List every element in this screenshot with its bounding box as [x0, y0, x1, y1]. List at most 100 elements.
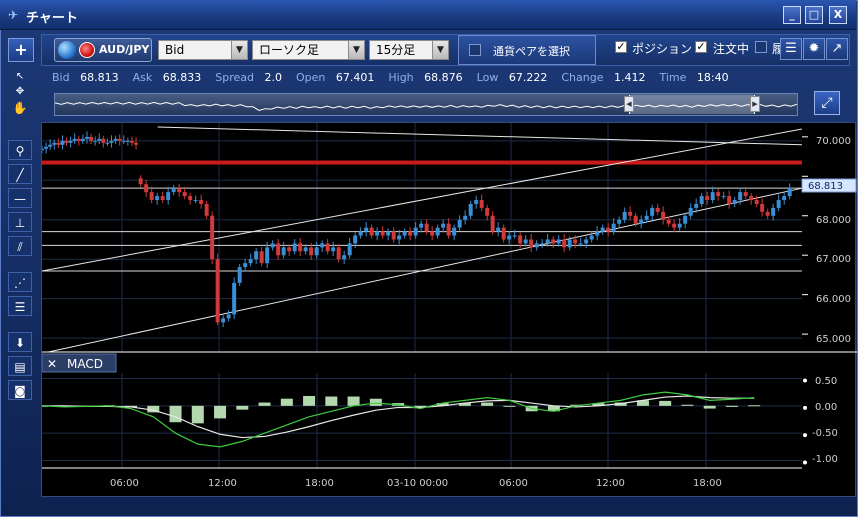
history-label: 履 — [772, 42, 780, 56]
chart-type-select[interactable]: ローソク足 ▼ — [252, 40, 365, 60]
macd-histogram-bar — [703, 405, 716, 409]
candle-body — [52, 142, 57, 145]
chart-navigator[interactable]: ◀ ▶ — [54, 93, 798, 116]
candle-body — [204, 203, 209, 216]
candle-body — [441, 223, 446, 228]
navigator-left-handle[interactable]: ◀ — [624, 96, 634, 112]
candle-body — [386, 231, 391, 236]
app-logo-icon: ✈ — [8, 8, 19, 22]
macd-tick-dot — [803, 433, 807, 438]
trendline-tool-icon[interactable]: ╱ — [8, 164, 32, 184]
gear-icon[interactable]: ✹ — [803, 38, 825, 60]
candle-body — [485, 207, 490, 216]
chart-area[interactable]: 70.000 68.000 67.000 66.000 65.000 68.81… — [36, 122, 857, 498]
candle-body — [578, 243, 583, 245]
candle-body — [606, 227, 611, 232]
macd-close-icon[interactable]: ✕ — [47, 357, 57, 371]
candle-body — [688, 207, 693, 216]
candle-body — [611, 223, 616, 232]
candle-body — [655, 207, 660, 212]
window-title: チャート — [26, 11, 78, 26]
select-pair-button[interactable]: 通貨ペアを選択 — [458, 35, 596, 65]
candle-body — [446, 223, 451, 236]
time-tick: 18:00 — [693, 478, 722, 489]
macd-histogram-bar — [280, 398, 293, 406]
list-panel-icon[interactable]: ▤ — [8, 356, 32, 376]
level-line-tool-icon[interactable]: ⊥ — [8, 212, 32, 232]
macd-tick-dot — [803, 378, 807, 383]
candle-body — [424, 223, 429, 232]
macd-axis: 0.50 0.00 -0.50 -1.00 — [812, 376, 838, 465]
horizontal-levels — [42, 160, 802, 272]
price-tick: 68.000 — [816, 215, 851, 226]
menu-list-icon[interactable]: ☰ — [780, 38, 802, 60]
navigator-right-handle[interactable]: ▶ — [750, 96, 760, 112]
macd-tick: 0.00 — [815, 402, 837, 413]
reset-zoom-button[interactable]: ⤢ — [814, 91, 840, 115]
add-chart-button[interactable]: + — [8, 38, 34, 62]
high-label: High — [388, 71, 414, 84]
candle-body — [507, 235, 512, 240]
candle-body — [650, 207, 655, 216]
horizontal-line-tool-icon[interactable]: — — [8, 188, 32, 208]
macd-tick-dot — [803, 405, 807, 410]
minimize-button[interactable]: _ — [783, 6, 801, 24]
candle-body — [117, 138, 122, 141]
open-label: Open — [295, 71, 326, 84]
candle-body — [551, 239, 556, 244]
candle-body — [776, 200, 781, 208]
price-type-value: Bid — [165, 43, 185, 57]
select-pair-checkbox[interactable] — [469, 44, 481, 56]
pin-tool-icon[interactable]: ⚲ — [8, 140, 32, 160]
time-value: 18:40 — [696, 71, 729, 84]
candle-body — [342, 255, 347, 260]
candle-body — [705, 196, 710, 201]
macd-histogram-bar — [347, 396, 360, 406]
maximize-button[interactable]: □ — [805, 6, 823, 24]
detach-arrow-icon[interactable]: ↗ — [826, 38, 848, 60]
navigator-visible-range[interactable] — [629, 95, 755, 114]
position-label: ポジション — [632, 42, 693, 56]
price-tick: 67.000 — [816, 254, 851, 265]
title-bar[interactable]: ✈ チャート _ □ X — [0, 0, 856, 30]
close-button[interactable]: X — [829, 6, 847, 24]
price-tick: 66.000 — [816, 294, 851, 305]
candle-body — [661, 211, 666, 220]
hand-pan-icon[interactable]: ✋ — [8, 100, 32, 116]
chevron-down-icon: ▼ — [231, 41, 247, 59]
candle-body — [105, 142, 110, 144]
fan-tool-icon[interactable]: ⋰ — [8, 272, 32, 292]
pointer-arrow-icon[interactable]: ↖ — [8, 70, 32, 84]
fibonacci-tool-icon[interactable]: ☰ — [8, 296, 32, 316]
macd-tick: 0.50 — [815, 376, 837, 387]
macd-histogram-bar — [681, 404, 694, 406]
candle-body — [782, 196, 787, 201]
chevron-down-icon: ▼ — [348, 41, 364, 59]
price-type-select[interactable]: Bid ▼ — [158, 40, 248, 60]
orders-checkbox[interactable]: ✓ — [695, 41, 707, 53]
currency-pair-button[interactable]: AUD/JPY — [54, 38, 152, 62]
channel-tool-icon[interactable]: ⫽ — [8, 236, 32, 256]
candle-body — [129, 140, 134, 143]
time-tick: 06:00 — [499, 478, 528, 489]
camera-icon[interactable]: ◙ — [8, 380, 32, 400]
candle-body — [182, 192, 187, 197]
candle-body — [76, 138, 81, 141]
candle-body — [303, 247, 308, 252]
history-checkbox[interactable] — [755, 41, 767, 53]
crosshair-icon[interactable]: ✥ — [8, 85, 32, 99]
candle-body — [463, 215, 468, 220]
download-arrow-icon[interactable]: ⬇ — [8, 332, 32, 352]
japan-flag-icon — [79, 42, 95, 58]
candle-body — [666, 219, 671, 224]
candle-body — [89, 136, 94, 141]
position-checkbox[interactable]: ✓ — [615, 41, 627, 53]
candle-body — [68, 140, 73, 143]
quote-bar: Bid 68.813 Ask 68.833 Spread 2.0 Open 67… — [52, 71, 729, 84]
candle-body — [694, 203, 699, 208]
timeframe-select[interactable]: 15分足 ▼ — [369, 40, 449, 60]
candlestick-chart[interactable]: 70.000 68.000 67.000 66.000 65.000 68.81… — [36, 123, 857, 498]
low-label: Low — [476, 71, 499, 84]
macd-title: MACD — [67, 357, 103, 371]
candle-body — [716, 192, 721, 197]
